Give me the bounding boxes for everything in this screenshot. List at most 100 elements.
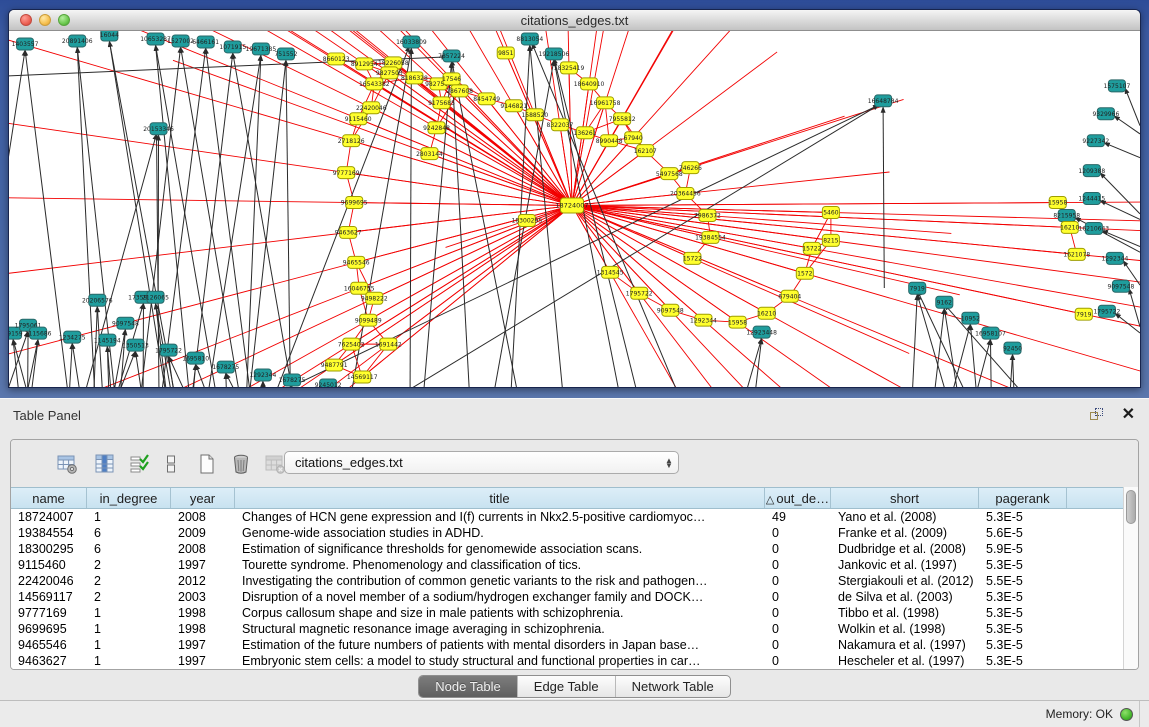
- graph-node[interactable]: 19384554: [695, 231, 726, 243]
- table-cell[interactable]: 9115460: [11, 557, 87, 573]
- table-cell[interactable]: 5.3E-5: [979, 621, 1067, 637]
- table-cell[interactable]: Yano et al. (2008): [831, 509, 979, 525]
- table-cell[interactable]: 2: [87, 589, 171, 605]
- graph-node[interactable]: 162107: [634, 145, 657, 157]
- table-cell[interactable]: 2008: [171, 509, 235, 525]
- graph-node[interactable]: 18325419: [554, 62, 585, 74]
- column-header-short[interactable]: short: [831, 488, 979, 508]
- table-cell[interactable]: Dudbridge et al. (2008): [831, 541, 979, 557]
- table-cell[interactable]: Franke et al. (2009): [831, 525, 979, 541]
- graph-node[interactable]: 20364456: [670, 188, 701, 200]
- graph-node[interactable]: 9146821: [500, 100, 527, 112]
- table-row[interactable]: 1830029562008Estimation of significance …: [11, 541, 1123, 557]
- table-cell[interactable]: 2: [87, 573, 171, 589]
- graph-node[interactable]: 9329966: [1092, 108, 1119, 120]
- table-cell[interactable]: de Silva et al. (2003): [831, 589, 979, 605]
- table-row[interactable]: 977716911998Corpus callosum shape and si…: [11, 605, 1123, 621]
- table-row[interactable]: 969969511998Structural magnetic resonanc…: [11, 621, 1123, 637]
- table-row[interactable]: 946362711997Embryonic stem cells: a mode…: [11, 653, 1123, 669]
- graph-node[interactable]: 8813054: [516, 33, 543, 45]
- table-cell[interactable]: Genome-wide association studies in ADHD.: [235, 525, 765, 541]
- table-cell[interactable]: 1: [87, 509, 171, 525]
- table-cell[interactable]: 1: [87, 605, 171, 621]
- graph-node[interactable]: 1795722: [1093, 305, 1120, 317]
- table-cell[interactable]: 1: [87, 637, 171, 653]
- graph-node[interactable]: 6466161: [192, 36, 219, 48]
- graph-node[interactable]: 1572: [796, 267, 813, 279]
- citation-network-graph[interactable]: 1403557208914061604410653287152700264661…: [9, 31, 1140, 387]
- graph-node[interactable]: 9099489: [355, 314, 382, 326]
- graph-node[interactable]: 679404: [778, 290, 801, 302]
- table-cell[interactable]: Disruption of a novel member of a sodium…: [235, 589, 765, 605]
- table-cell[interactable]: 9777169: [11, 605, 87, 621]
- graph-node[interactable]: 9097548: [1108, 280, 1135, 292]
- table-cell[interactable]: 5.3E-5: [979, 509, 1067, 525]
- table-cell[interactable]: 9463627: [11, 653, 87, 669]
- table-cell[interactable]: 0: [765, 541, 831, 557]
- table-cell[interactable]: 0: [765, 525, 831, 541]
- table-cell[interactable]: 5.9E-5: [979, 541, 1067, 557]
- table-cell[interactable]: 5.6E-5: [979, 525, 1067, 541]
- table-cell[interactable]: 49: [765, 509, 831, 525]
- graph-node[interactable]: 8990448: [596, 135, 623, 147]
- graph-node[interactable]: 1795722: [155, 344, 182, 356]
- graph-node[interactable]: 19671385: [246, 43, 277, 55]
- graph-node[interactable]: 1234275: [59, 331, 86, 343]
- graph-node[interactable]: 16543382: [359, 78, 390, 90]
- graph-node[interactable]: 9097548: [112, 317, 139, 329]
- graph-node[interactable]: 1244415: [1078, 193, 1105, 205]
- table-cell[interactable]: 5.3E-5: [979, 589, 1067, 605]
- graph-node[interactable]: 9175685: [428, 97, 455, 109]
- table-cell[interactable]: 9699695: [11, 621, 87, 637]
- table-cell[interactable]: 22420046: [11, 573, 87, 589]
- graph-node[interactable]: 9699695: [341, 197, 368, 209]
- select-attributes-icon[interactable]: [125, 450, 153, 478]
- table-cell[interactable]: 1997: [171, 653, 235, 669]
- graph-node[interactable]: 18640910: [574, 78, 605, 90]
- table-cell[interactable]: 5.3E-5: [979, 637, 1067, 653]
- graph-node[interactable]: 15722: [683, 252, 702, 264]
- delete-table-trash-icon[interactable]: [227, 450, 255, 478]
- column-header-title[interactable]: title: [235, 488, 765, 508]
- table-cell[interactable]: Estimation of the future numbers of pati…: [235, 637, 765, 653]
- graph-node[interactable]: 7955812: [609, 113, 636, 125]
- network-canvas[interactable]: 1403557208914061604410653287152700264661…: [9, 31, 1140, 387]
- scrollbar-thumb[interactable]: [1126, 490, 1136, 524]
- graph-node[interactable]: 1071915: [219, 41, 246, 53]
- graph-node[interactable]: 136261: [574, 127, 597, 139]
- graph-node[interactable]: 15958: [1048, 197, 1067, 209]
- graph-node[interactable]: 10952: [961, 312, 980, 324]
- table-selector-dropdown[interactable]: citations_edges.txt ▲▼: [284, 451, 679, 474]
- table-cell[interactable]: 18300295: [11, 541, 87, 557]
- graph-node[interactable]: 7857224: [438, 50, 465, 62]
- table-cell[interactable]: Investigating the contribution of common…: [235, 573, 765, 589]
- graph-node[interactable]: 7919: [909, 282, 926, 294]
- show-columns-icon[interactable]: [91, 450, 119, 478]
- table-cell[interactable]: 2008: [171, 541, 235, 557]
- table-cell[interactable]: 2: [87, 557, 171, 573]
- graph-node[interactable]: 1145194: [94, 334, 121, 346]
- table-cell[interactable]: 2012: [171, 573, 235, 589]
- table-row[interactable]: 946554611997Estimation of the future num…: [11, 637, 1123, 653]
- table-cell[interactable]: Hescheler et al. (1997): [831, 653, 979, 669]
- column-header-name[interactable]: name: [11, 488, 87, 508]
- network-view-window[interactable]: citations_edges.txt 14035572089140616044…: [8, 9, 1141, 388]
- graph-node[interactable]: 15722: [802, 242, 821, 254]
- graph-node[interactable]: 751552: [274, 48, 297, 60]
- graph-node[interactable]: 2803144: [416, 148, 443, 160]
- table-cell[interactable]: Stergiakouli et al. (2012): [831, 573, 979, 589]
- graph-node[interactable]: 7919: [1075, 308, 1092, 320]
- table-cell[interactable]: 19384554: [11, 525, 87, 541]
- graph-node[interactable]: 16033809: [396, 36, 427, 48]
- graph-nodes[interactable]: 1403557208914061604410653287152700264661…: [9, 31, 1135, 387]
- table-cell[interactable]: 18724007: [11, 509, 87, 525]
- graph-node[interactable]: 12923448: [746, 326, 777, 338]
- graph-node[interactable]: 19218506: [539, 48, 570, 60]
- table-cell[interactable]: Tibbo et al. (1998): [831, 605, 979, 621]
- table-cell[interactable]: Changes of HCN gene expression and I(f) …: [235, 509, 765, 525]
- table-cell[interactable]: 0: [765, 557, 831, 573]
- graph-node[interactable]: 16210: [757, 307, 776, 319]
- graph-node[interactable]: 1403557: [12, 38, 39, 50]
- table-cell[interactable]: 6: [87, 525, 171, 541]
- graph-node[interactable]: 746266: [679, 162, 702, 174]
